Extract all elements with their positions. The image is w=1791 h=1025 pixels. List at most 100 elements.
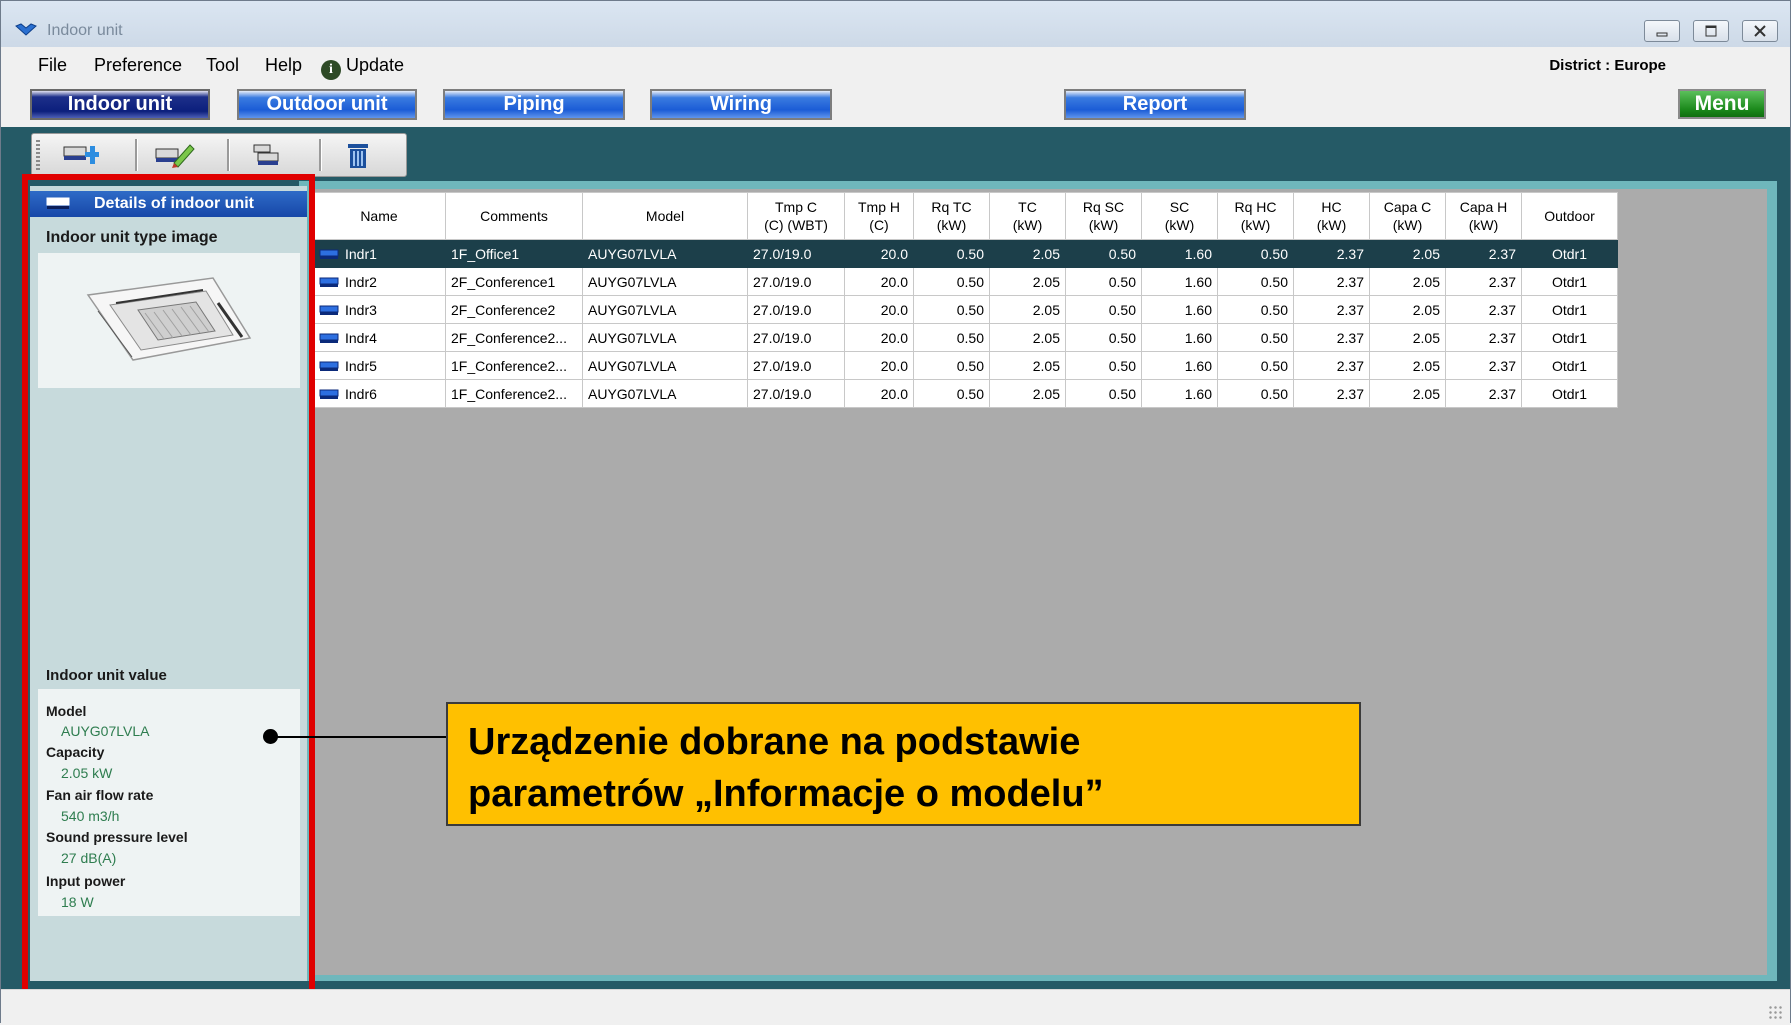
table-cell[interactable]: Indr2 <box>312 267 446 296</box>
table-cell[interactable]: AUYG07LVLA <box>582 351 748 380</box>
table-cell[interactable]: 2.05 <box>1369 351 1446 380</box>
table-cell[interactable]: 0.50 <box>913 379 990 408</box>
table-cell[interactable]: 27.0/19.0 <box>747 351 845 380</box>
col-header-sc[interactable]: SC (kW) <box>1141 192 1218 240</box>
table-cell[interactable]: 0.50 <box>1065 239 1142 268</box>
table-cell[interactable]: 1F_Office1 <box>445 239 583 268</box>
toolbar-grip[interactable] <box>36 140 40 170</box>
col-header-comments[interactable]: Comments <box>445 192 583 240</box>
col-header-rq-tc[interactable]: Rq TC (kW) <box>913 192 990 240</box>
table-cell[interactable]: Otdr1 <box>1521 267 1618 296</box>
table-cell[interactable]: 2.05 <box>1369 267 1446 296</box>
table-cell[interactable]: 27.0/19.0 <box>747 379 845 408</box>
table-cell[interactable]: 0.50 <box>1217 323 1294 352</box>
col-header-capa-c[interactable]: Capa C (kW) <box>1369 192 1446 240</box>
table-cell[interactable]: 2.05 <box>1369 239 1446 268</box>
table-cell[interactable]: Otdr1 <box>1521 323 1618 352</box>
table-cell[interactable]: AUYG07LVLA <box>582 239 748 268</box>
table-cell[interactable]: 2.05 <box>1369 295 1446 324</box>
table-cell[interactable]: 1.60 <box>1141 379 1218 408</box>
table-cell[interactable]: 27.0/19.0 <box>747 295 845 324</box>
table-cell[interactable]: 1.60 <box>1141 239 1218 268</box>
table-cell[interactable]: 0.50 <box>1065 379 1142 408</box>
table-cell[interactable]: 2.37 <box>1293 239 1370 268</box>
table-cell[interactable]: 2.05 <box>989 267 1066 296</box>
table-cell[interactable]: 0.50 <box>913 323 990 352</box>
menu-help[interactable]: Help <box>265 55 302 76</box>
table-row[interactable]: Indr6 1F_Conference2... AUYG07LVLA 27.0/19.… <box>312 379 1618 408</box>
edit-unit-button[interactable] <box>144 139 204 171</box>
col-header-rq-hc[interactable]: Rq HC (kW) <box>1217 192 1294 240</box>
table-cell[interactable]: Indr5 <box>312 351 446 380</box>
minimize-button[interactable] <box>1644 20 1680 42</box>
table-row[interactable]: Indr1 1F_Office1 AUYG07LVLA 27.0/19.0 20.0 0.… <box>312 239 1618 268</box>
table-cell[interactable]: 2.05 <box>989 239 1066 268</box>
table-row[interactable]: Indr5 1F_Conference2... AUYG07LVLA 27.0/19.… <box>312 351 1618 380</box>
nav-indoor-unit[interactable]: Indoor unit <box>30 89 210 120</box>
table-cell[interactable]: 2F_Conference2... <box>445 323 583 352</box>
col-header-tc[interactable]: TC (kW) <box>989 192 1066 240</box>
table-cell[interactable]: 2.05 <box>989 379 1066 408</box>
table-cell[interactable]: 2.05 <box>989 323 1066 352</box>
table-cell[interactable]: 0.50 <box>1065 323 1142 352</box>
table-cell[interactable]: 2.37 <box>1445 379 1522 408</box>
close-button[interactable] <box>1742 20 1778 42</box>
table-cell[interactable]: 2.37 <box>1293 323 1370 352</box>
table-cell[interactable]: 0.50 <box>1217 351 1294 380</box>
table-cell[interactable]: 1.60 <box>1141 351 1218 380</box>
table-cell[interactable]: 1F_Conference2... <box>445 379 583 408</box>
table-cell[interactable]: 20.0 <box>844 267 914 296</box>
nav-outdoor-unit[interactable]: Outdoor unit <box>237 89 417 120</box>
menu-tool[interactable]: Tool <box>206 55 239 76</box>
table-cell[interactable]: 0.50 <box>913 239 990 268</box>
table-cell[interactable]: 2.05 <box>1369 379 1446 408</box>
col-header-rq-sc[interactable]: Rq SC (kW) <box>1065 192 1142 240</box>
table-cell[interactable]: 2.05 <box>1369 323 1446 352</box>
table-cell[interactable]: Otdr1 <box>1521 379 1618 408</box>
copy-unit-button[interactable] <box>236 139 296 171</box>
table-cell[interactable]: 20.0 <box>844 379 914 408</box>
table-cell[interactable]: 2.37 <box>1445 323 1522 352</box>
table-cell[interactable]: AUYG07LVLA <box>582 379 748 408</box>
col-header-tmp-h[interactable]: Tmp H (C) <box>844 192 914 240</box>
table-cell[interactable]: AUYG07LVLA <box>582 323 748 352</box>
table-cell[interactable]: 0.50 <box>1217 379 1294 408</box>
table-cell[interactable]: 2.37 <box>1293 267 1370 296</box>
table-cell[interactable]: Indr3 <box>312 295 446 324</box>
table-cell[interactable]: 0.50 <box>913 267 990 296</box>
col-header-name[interactable]: Name <box>312 192 446 240</box>
resize-grip-icon[interactable] <box>1768 1005 1782 1019</box>
table-cell[interactable]: AUYG07LVLA <box>582 267 748 296</box>
table-cell[interactable]: 2.37 <box>1293 379 1370 408</box>
table-cell[interactable]: Indr6 <box>312 379 446 408</box>
table-cell[interactable]: 27.0/19.0 <box>747 239 845 268</box>
table-cell[interactable]: 1.60 <box>1141 267 1218 296</box>
menu-button[interactable]: Menu <box>1678 89 1766 119</box>
table-cell[interactable]: 0.50 <box>1217 267 1294 296</box>
col-header-model[interactable]: Model <box>582 192 748 240</box>
table-cell[interactable]: Otdr1 <box>1521 351 1618 380</box>
table-cell[interactable]: Indr1 <box>312 239 446 268</box>
table-cell[interactable]: 2F_Conference2 <box>445 295 583 324</box>
col-header-capa-h[interactable]: Capa H (kW) <box>1445 192 1522 240</box>
table-cell[interactable]: Otdr1 <box>1521 295 1618 324</box>
table-cell[interactable]: 1.60 <box>1141 323 1218 352</box>
table-cell[interactable]: Indr4 <box>312 323 446 352</box>
delete-button[interactable] <box>328 139 388 171</box>
table-cell[interactable]: 2.05 <box>989 295 1066 324</box>
table-row[interactable]: Indr2 2F_Conference1 AUYG07LVLA 27.0/19.0 20… <box>312 267 1618 296</box>
table-cell[interactable]: 2.37 <box>1445 267 1522 296</box>
table-row[interactable]: Indr4 2F_Conference2... AUYG07LVLA 27.0/19.… <box>312 323 1618 352</box>
table-cell[interactable]: 0.50 <box>1217 295 1294 324</box>
table-cell[interactable]: 1F_Conference2... <box>445 351 583 380</box>
col-header-outdoor[interactable]: Outdoor <box>1521 192 1618 240</box>
table-cell[interactable]: 2.37 <box>1293 295 1370 324</box>
table-cell[interactable]: AUYG07LVLA <box>582 295 748 324</box>
table-cell[interactable]: Otdr1 <box>1521 239 1618 268</box>
table-cell[interactable]: 2.37 <box>1293 351 1370 380</box>
col-header-hc[interactable]: HC (kW) <box>1293 192 1370 240</box>
table-cell[interactable]: 20.0 <box>844 239 914 268</box>
menu-file[interactable]: File <box>38 55 67 76</box>
maximize-button[interactable] <box>1693 20 1729 42</box>
table-cell[interactable]: 20.0 <box>844 351 914 380</box>
